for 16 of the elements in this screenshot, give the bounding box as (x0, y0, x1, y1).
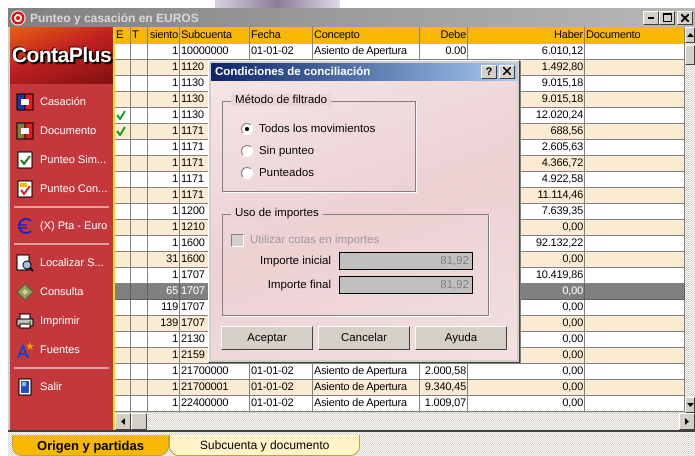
group-label: Método de filtrado (231, 94, 332, 106)
field-label: Importe final (268, 279, 331, 291)
checkbox-label: Utilizar cotas en importes (250, 234, 380, 246)
window-title: Punteo y casación en EUROS (30, 10, 200, 24)
logo-text: ContaPlus (12, 44, 112, 68)
table-cell: 01-01-02 (250, 396, 313, 412)
radio-label: Todos los movimientos (259, 123, 376, 135)
radio-label: Sin punteo (259, 145, 314, 157)
table-cell: 1.009,07 (420, 396, 468, 412)
group-label: Uso de importes (231, 207, 323, 219)
table-cell: 0,00 (468, 396, 585, 412)
radio-label: Punteados (259, 167, 314, 179)
table-cell: 22400000 (180, 396, 250, 412)
table-cell: Asiento de Apertura (313, 396, 420, 412)
field-label: Importe inicial (260, 255, 331, 267)
table-cell: 1 (148, 396, 180, 412)
